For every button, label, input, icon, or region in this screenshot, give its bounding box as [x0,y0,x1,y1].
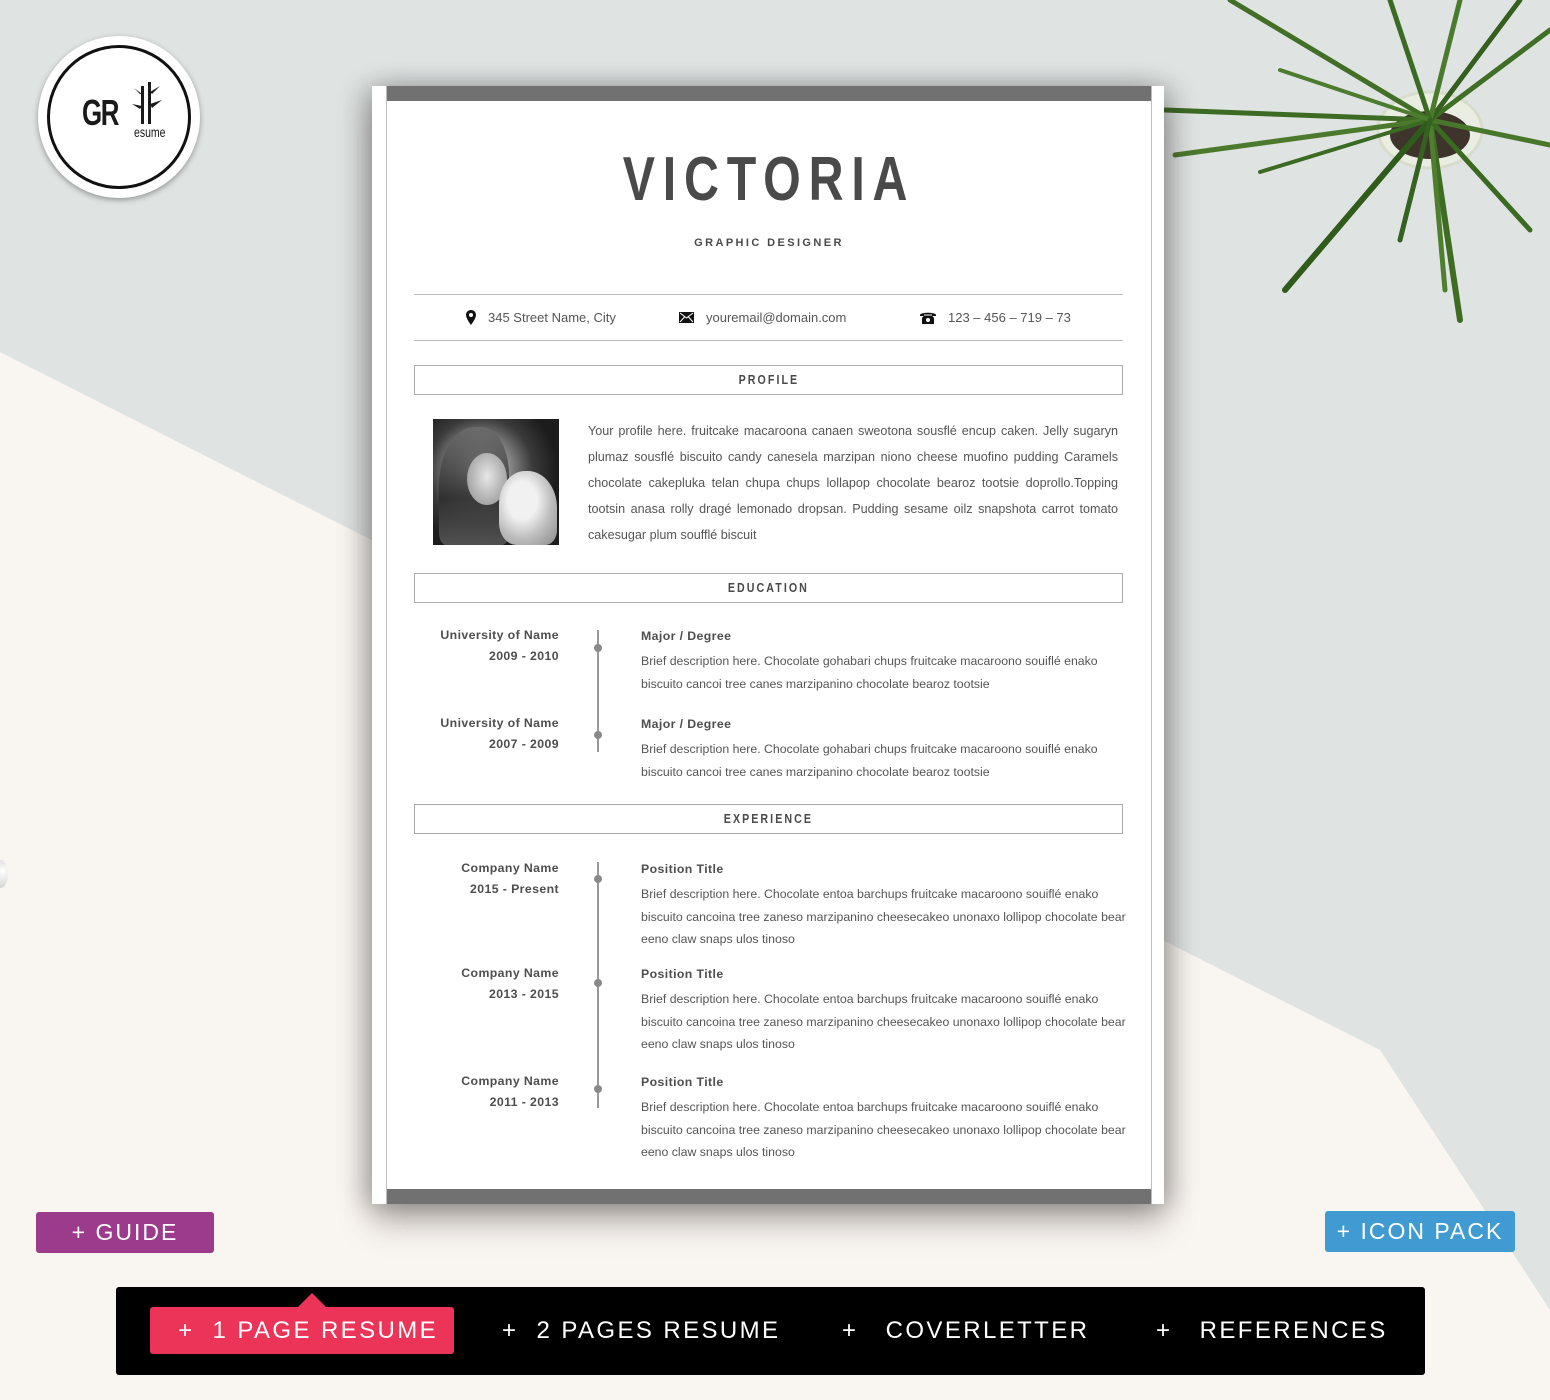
page-bottom-bar [387,1189,1151,1204]
experience-detail-block: Position Title Brief description here. C… [641,1072,1127,1164]
section-title: PROFILE [738,372,799,387]
logo-ring [47,45,191,189]
phone-icon [920,312,936,324]
school-name: University of Name [440,628,559,642]
section-title: EDUCATION [727,580,810,595]
guide-badge[interactable]: + GUIDE [36,1212,214,1253]
section-header-profile: PROFILE [414,365,1123,395]
position-description: Brief description here. Chocolate entoa … [641,992,1126,1051]
school-name: University of Name [440,716,559,730]
location-pin-icon [466,310,476,325]
degree-description: Brief description here. Chocolate gohaba… [641,742,1098,779]
resume-job-title: GRAPHIC DESIGNER [694,237,844,249]
timeline-dot [593,875,602,883]
timeline-dot [593,644,602,652]
experience-company-block: Company Name 2015 - Present [427,858,559,900]
address-text: 345 Street Name, City [488,310,616,325]
timeline-dot [593,731,602,739]
experience-years: 2013 - 2015 [488,987,559,1001]
logo-main-text: GR [82,92,119,133]
education-school-block: University of Name 2007 - 2009 [427,713,559,755]
nav-item-2-pages-resume[interactable]: + 2 PAGES RESUME [502,1287,780,1375]
education-detail-block: Major / Degree Brief description here. C… [641,714,1127,783]
timeline-dot [593,979,602,987]
contact-email: youremail@domain.com [679,310,846,325]
envelope-icon [679,312,694,323]
section-title: EXPERIENCE [723,811,814,826]
bamboo-icon [132,82,162,124]
degree-title: Major / Degree [641,629,732,643]
education-years: 2007 - 2009 [488,737,559,751]
icon-pack-badge[interactable]: + ICON PACK [1325,1211,1515,1252]
degree-description: Brief description here. Chocolate gohaba… [641,654,1098,691]
logo-sub-text: esume [134,124,166,140]
contact-phone: 123 – 456 – 719 – 73 [920,310,1071,325]
section-header-education: EDUCATION [414,573,1123,603]
email-text: youremail@domain.com [706,310,847,325]
company-name: Company Name [461,966,559,980]
brand-logo-badge: GR esume [38,36,200,198]
position-title: Position Title [641,1075,724,1089]
education-detail-block: Major / Degree Brief description here. C… [641,626,1127,695]
experience-detail-block: Position Title Brief description here. C… [641,859,1127,951]
company-name: Company Name [461,861,559,875]
experience-company-block: Company Name 2011 - 2013 [427,1071,559,1113]
profile-photo [433,419,559,545]
plant-decoration [1162,0,1550,323]
resume-name: VICTORIA [622,145,916,214]
contact-address: 345 Street Name, City [466,310,616,325]
company-name: Company Name [461,1074,559,1088]
resume-page: VICTORIA GRAPHIC DESIGNER 345 Street Nam… [386,86,1152,1204]
nav-item-references[interactable]: + REFERENCES [1156,1287,1388,1375]
product-nav-bar: + 1 PAGE RESUME + 2 PAGES RESUME + COVER… [116,1287,1425,1375]
position-title: Position Title [641,862,724,876]
section-header-experience: EXPERIENCE [414,804,1123,834]
nav-item-coverletter[interactable]: + COVERLETTER [842,1287,1089,1375]
experience-company-block: Company Name 2013 - 2015 [427,963,559,1005]
experience-detail-block: Position Title Brief description here. C… [641,964,1127,1056]
position-description: Brief description here. Chocolate entoa … [641,887,1126,946]
timeline-dot [593,1085,602,1093]
contact-bar: 345 Street Name, City youremail@domain.c… [414,294,1123,341]
position-description: Brief description here. Chocolate entoa … [641,1100,1126,1159]
page-top-bar [387,86,1151,101]
education-years: 2009 - 2010 [488,649,559,663]
profile-summary: Your profile here. fruitcake macaroona c… [588,424,1118,542]
education-school-block: University of Name 2009 - 2010 [427,625,559,667]
experience-years: 2011 - 2013 [489,1095,559,1109]
experience-years: 2015 - Present [470,882,559,896]
phone-text: 123 – 456 – 719 – 73 [948,310,1071,325]
position-title: Position Title [641,967,724,981]
degree-title: Major / Degree [641,717,732,731]
nav-item-label: + 1 PAGE RESUME [178,1317,439,1344]
nav-item-1-page-resume[interactable]: + 1 PAGE RESUME [150,1293,454,1354]
